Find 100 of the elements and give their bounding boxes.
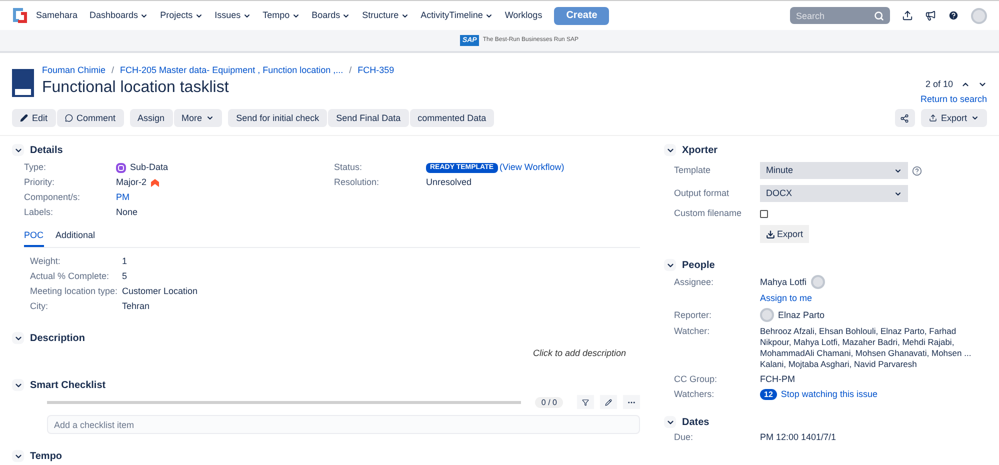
toolbar-button[interactable]: commented Data — [410, 109, 494, 127]
section-heading: Xporter — [682, 144, 718, 156]
view-workflow-link[interactable]: (View Workflow) — [500, 162, 564, 173]
search-field[interactable]: Search — [790, 7, 890, 24]
section-heading: Description — [30, 332, 86, 344]
collapse-toggle[interactable] — [664, 416, 676, 428]
chevron-icon — [292, 12, 300, 20]
chevron-icon — [400, 12, 409, 20]
collapse-toggle[interactable] — [664, 259, 676, 271]
field-link[interactable]: PM — [116, 192, 130, 203]
field-value: PM 12:00 1401/7/1 — [760, 432, 836, 443]
toolbar-button[interactable]: Send Final Data — [328, 109, 409, 127]
section-heading: People — [682, 260, 715, 270]
collapse-toggle[interactable] — [664, 144, 676, 156]
upload-icon[interactable] — [902, 10, 913, 21]
pencil-icon — [605, 398, 612, 406]
field-value: None — [116, 207, 138, 218]
section-heading: Details — [30, 144, 63, 156]
next-icon[interactable] — [978, 80, 987, 89]
chevron-icon — [206, 114, 214, 122]
section-heading: Smart Checklist — [30, 380, 106, 390]
collapse-toggle[interactable] — [12, 332, 24, 344]
chevron-icon — [140, 12, 148, 20]
template-select[interactable]: Minute — [760, 162, 908, 179]
field-label: CC Group: — [674, 374, 718, 385]
section-heading: Dates — [682, 416, 710, 428]
field-label: Reporter: — [674, 310, 713, 320]
breadcrumb-link[interactable]: Fouman Chimie — [42, 65, 106, 76]
field-label: Weight: — [30, 256, 62, 267]
assign-to-me-link[interactable]: Assign to me — [760, 293, 987, 304]
field-value: Elnaz Parto — [778, 310, 825, 320]
speech-bubble-icon — [64, 114, 73, 122]
megaphone-icon[interactable] — [925, 10, 936, 21]
field-label: Actual % Complete: — [30, 271, 110, 282]
description-placeholder[interactable]: Click to add description — [532, 348, 626, 359]
project-logo — [12, 69, 34, 97]
stop-watching-link[interactable]: Stop watching this issue — [780, 389, 878, 400]
toolbar-button[interactable]: More — [174, 109, 222, 127]
app-logo — [12, 7, 28, 24]
toolbar-button[interactable]: Assign — [130, 109, 173, 127]
nav-menu[interactable]: Dashboards — [90, 10, 148, 21]
brand-name[interactable]: Samehara — [36, 10, 78, 21]
share-button[interactable] — [894, 109, 915, 127]
breadcrumb-link[interactable]: FCH-205 Master data- Equipment , Function location ,... — [120, 65, 344, 76]
edit-button[interactable] — [600, 395, 617, 409]
chevron-icon — [894, 190, 902, 198]
download-icon — [766, 230, 775, 238]
collapse-toggle[interactable] — [12, 144, 24, 156]
tab[interactable]: Additional — [56, 230, 96, 247]
breadcrumb-link[interactable]: FCH-359 — [358, 65, 394, 76]
field-label: Watchers: — [674, 389, 716, 400]
field-label: Labels: — [24, 207, 54, 218]
avatar-icon — [810, 275, 825, 289]
share-icon — [900, 114, 910, 122]
collapse-toggle[interactable] — [12, 379, 24, 391]
field-label: Type: — [24, 162, 48, 173]
chevron-icon — [194, 12, 203, 20]
nav-menu[interactable]: Projects — [160, 10, 203, 21]
nav-menu[interactable]: ActivityTimeline — [420, 10, 493, 21]
xporter-export-button[interactable]: Export — [760, 225, 809, 243]
checklist-count: 0 / 0 — [535, 396, 563, 408]
chevron-icon — [971, 114, 979, 122]
priority-icon — [150, 178, 159, 186]
toolbar-button[interactable]: Edit — [12, 109, 56, 127]
nav-menu[interactable]: Boards — [312, 10, 350, 21]
avatar-icon — [760, 308, 774, 322]
nav-menu[interactable]: Worklogs — [504, 10, 542, 21]
field-value: Sub-Data — [130, 162, 168, 173]
field-value: FCH-PM — [760, 374, 795, 385]
format-select[interactable]: DOCX — [760, 185, 908, 202]
checkbox[interactable] — [760, 210, 768, 218]
field-label: Output format — [674, 188, 730, 199]
toolbar-button[interactable]: Comment — [56, 109, 124, 127]
tab[interactable]: POC — [24, 230, 44, 247]
upload-icon — [928, 114, 937, 122]
nav-menu[interactable]: Tempo — [262, 10, 300, 21]
nav-menu[interactable]: Structure — [362, 10, 409, 21]
search-icon — [874, 10, 884, 20]
previous-icon[interactable] — [961, 80, 970, 89]
field-label: Custom filename — [674, 208, 743, 219]
chevron-icon — [894, 166, 902, 174]
field-label: Component/s: — [24, 192, 82, 203]
export-button[interactable]: Export — [920, 109, 987, 127]
field-label: Assignee: — [674, 276, 715, 288]
sub-task-icon — [116, 162, 126, 172]
return-to-search-link[interactable]: Return to search — [920, 94, 987, 105]
issue-title: Functional location tasklist — [42, 78, 230, 98]
field-value: 5 — [122, 271, 128, 282]
field-value: 1 — [122, 256, 128, 267]
toolbar-button[interactable]: Send for initial check — [228, 109, 328, 127]
field-label: Meeting location type: — [30, 286, 119, 297]
nav-menu[interactable]: Issues — [214, 10, 251, 21]
section-heading: Tempo — [30, 450, 62, 462]
filter-button[interactable] — [577, 395, 594, 409]
chevron-icon — [242, 12, 251, 20]
checklist-input[interactable]: Add a checklist item — [47, 415, 640, 434]
watchers-count: 12 — [760, 389, 777, 400]
collapse-toggle[interactable] — [12, 450, 24, 462]
field-label: Resolution: — [334, 177, 380, 188]
field-value: Major-2 — [116, 177, 147, 188]
